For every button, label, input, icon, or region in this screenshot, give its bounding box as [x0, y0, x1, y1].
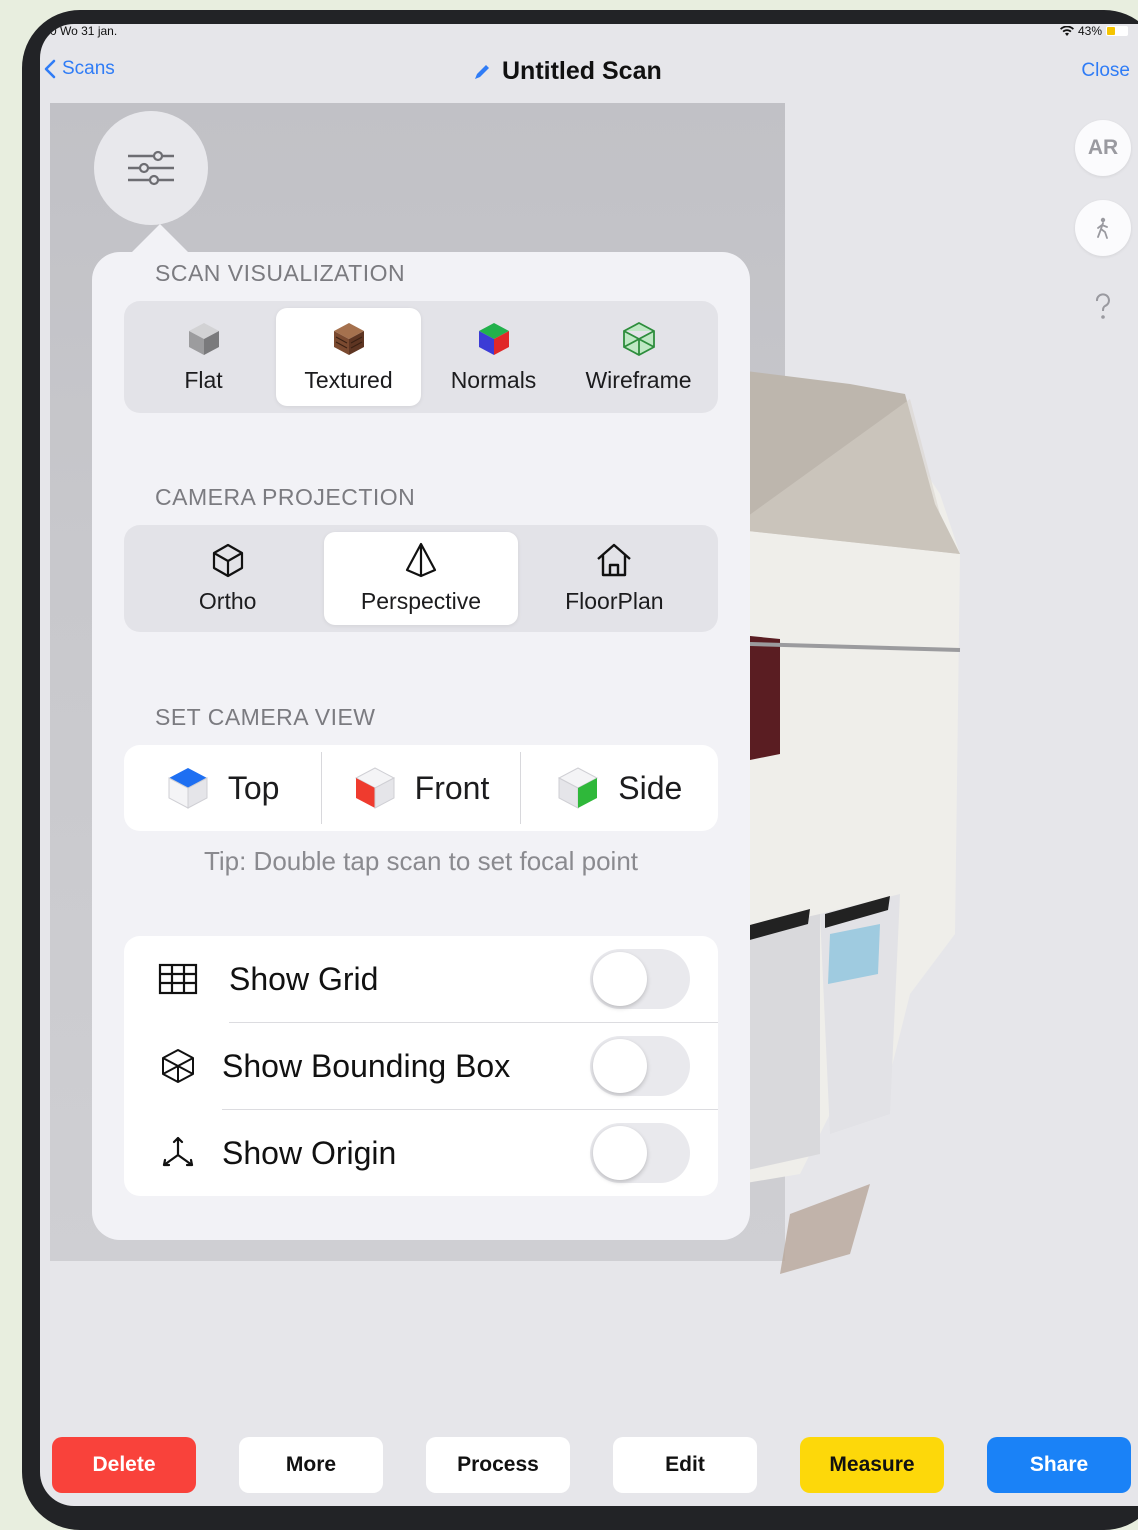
view-side-button[interactable]: Side [521, 745, 718, 831]
seg-textured-label: Textured [304, 366, 393, 393]
show-bounding-box-label: Show Bounding Box [222, 1047, 511, 1084]
help-button[interactable] [1090, 292, 1116, 322]
battery-percent: 43% [1077, 24, 1102, 38]
seg-floorplan[interactable]: FloorPlan [518, 532, 711, 625]
measure-button[interactable]: Measure [800, 1437, 944, 1493]
scan-visualization-segmented: Flat Textured Normals Wireframe [124, 301, 718, 413]
delete-button[interactable]: Delete [52, 1437, 196, 1493]
wifi-icon [1059, 25, 1074, 36]
seg-flat[interactable]: Flat [131, 308, 276, 406]
seg-wireframe-label: Wireframe [585, 366, 692, 393]
show-origin-label: Show Origin [222, 1134, 397, 1171]
more-button[interactable]: More [239, 1437, 383, 1493]
wireframe-cube-icon [622, 321, 655, 356]
toggle-row-origin: Show Origin [124, 1110, 718, 1196]
view-front-label: Front [414, 769, 490, 806]
camera-projection-label: CAMERA PROJECTION [155, 484, 416, 510]
seg-normals[interactable]: Normals [421, 308, 566, 406]
house-icon [597, 543, 632, 577]
top-view-cube-icon [168, 768, 208, 809]
toggle-row-grid: Show Grid [124, 936, 718, 1022]
app-screen: :50 Wo 31 jan. 43% Scans Untitled Scan C… [40, 24, 1138, 1506]
side-view-cube-icon [558, 767, 599, 809]
seg-perspective[interactable]: Perspective [324, 532, 518, 625]
seg-ortho[interactable]: Ortho [131, 532, 324, 625]
switch-knob [593, 1039, 647, 1093]
view-top-button[interactable]: Top [124, 745, 321, 831]
bottom-toolbar: Delete More Process Edit Measure Share [40, 1437, 1138, 1493]
walk-mode-button[interactable] [1075, 200, 1131, 256]
share-button[interactable]: Share [987, 1437, 1131, 1493]
edit-button[interactable]: Edit [613, 1437, 757, 1493]
settings-button[interactable] [94, 111, 208, 225]
status-bar: :50 Wo 31 jan. 43% [40, 24, 1138, 40]
view-side-label: Side [618, 769, 683, 806]
cube-outline-icon [212, 543, 243, 578]
show-grid-switch[interactable] [590, 949, 690, 1009]
back-button[interactable]: Scans [44, 58, 115, 80]
textured-cube-icon [333, 322, 364, 355]
seg-flat-label: Flat [184, 366, 223, 393]
seg-ortho-label: Ortho [198, 588, 257, 614]
status-time: :50 Wo 31 jan. [40, 24, 118, 38]
battery-icon [1106, 26, 1128, 36]
walking-person-icon [1097, 217, 1108, 239]
origin-axes-icon [156, 1131, 200, 1175]
focal-point-tip: Tip: Double tap scan to set focal point [203, 846, 639, 876]
status-right: 43% [1059, 24, 1128, 38]
scan-model [730, 369, 961, 1274]
show-grid-label: Show Grid [229, 960, 379, 997]
switch-knob [593, 1126, 647, 1180]
view-settings-popover: SCAN VISUALIZATION Flat Textured Normals… [92, 252, 750, 1240]
process-button[interactable]: Process [426, 1437, 570, 1493]
seg-floorplan-label: FloorPlan [565, 588, 664, 614]
scan-title[interactable]: Untitled Scan [472, 57, 662, 86]
sliders-icon [128, 150, 174, 186]
seg-perspective-label: Perspective [360, 588, 482, 614]
camera-view-buttons: Top Front Side [124, 745, 718, 831]
help-icon [1095, 293, 1110, 319]
normals-cube-icon [478, 322, 509, 355]
ar-button[interactable]: AR [1075, 120, 1131, 176]
camera-projection-segmented: Ortho Perspective FloorPlan [124, 525, 718, 632]
display-toggles: Show Grid Show Bounding Box Show Origin [124, 936, 718, 1196]
pyramid-icon [405, 542, 437, 578]
chevron-left-icon [44, 59, 56, 79]
camera-view-label: SET CAMERA VIEW [155, 704, 376, 730]
close-button[interactable]: Close [1081, 60, 1130, 82]
bounding-box-icon [156, 1044, 200, 1088]
seg-wireframe[interactable]: Wireframe [566, 308, 711, 406]
back-label: Scans [62, 58, 115, 79]
pencil-icon [475, 64, 489, 79]
show-bounding-box-switch[interactable] [590, 1036, 690, 1096]
view-top-label: Top [227, 769, 280, 806]
view-front-button[interactable]: Front [322, 745, 519, 831]
flat-cube-icon [188, 322, 219, 355]
nav-bar: Scans Untitled Scan Close [40, 52, 1138, 92]
seg-normals-label: Normals [450, 366, 537, 393]
popover-arrow [132, 224, 188, 252]
page-title: Untitled Scan [502, 57, 662, 85]
switch-knob [593, 952, 647, 1006]
show-origin-switch[interactable] [590, 1123, 690, 1183]
scan-visualization-label: SCAN VISUALIZATION [155, 260, 406, 286]
toggle-row-bounding-box: Show Bounding Box [124, 1023, 718, 1109]
front-view-cube-icon [354, 767, 395, 809]
ar-label: AR [1087, 136, 1119, 159]
grid-icon [156, 957, 200, 1001]
seg-textured[interactable]: Textured [276, 308, 421, 406]
